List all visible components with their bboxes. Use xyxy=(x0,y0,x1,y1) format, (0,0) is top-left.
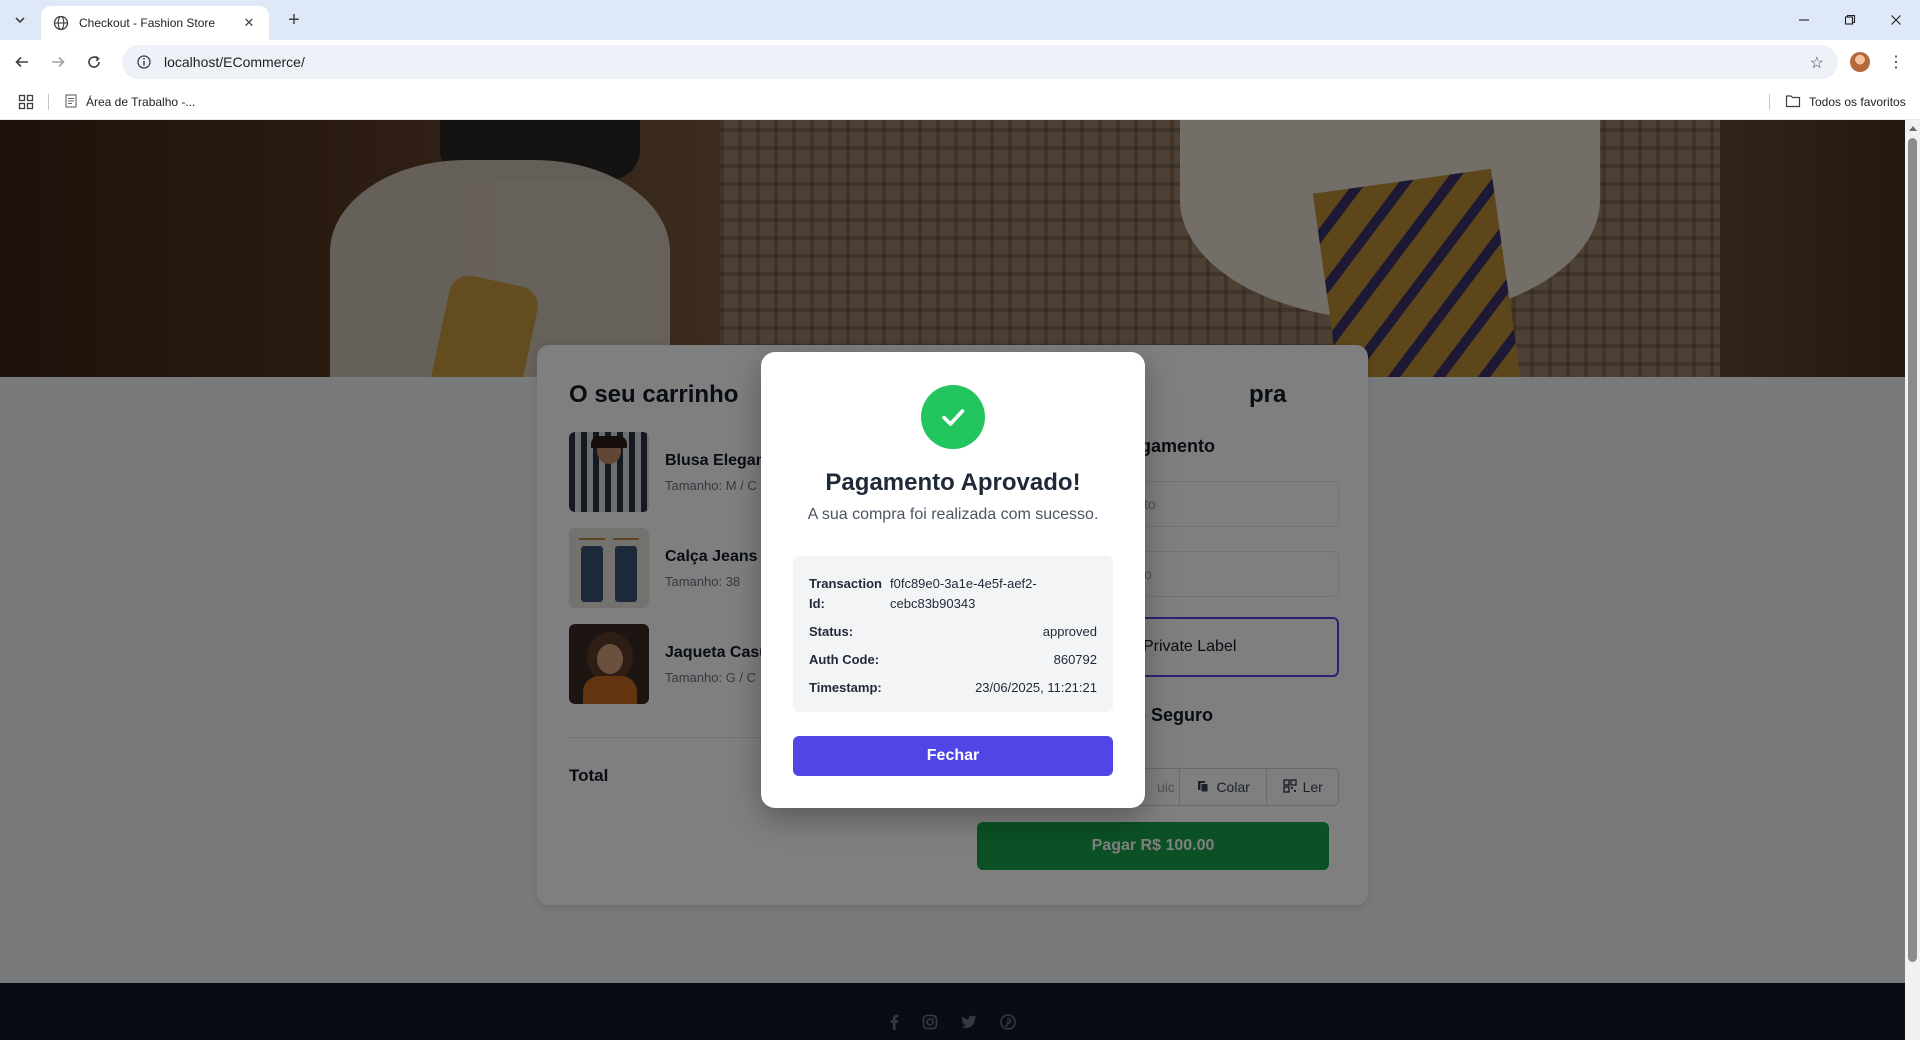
transaction-id-label: Transaction Id: xyxy=(809,576,882,611)
bookmark-divider xyxy=(1769,94,1770,110)
transaction-details: Transaction Id: f0fc89e0-3a1e-4e5f-aef2-… xyxy=(793,556,1113,712)
page-icon xyxy=(64,93,78,111)
modal-title: Pagamento Aprovado! xyxy=(825,469,1081,496)
bookmark-label: Área de Trabalho -... xyxy=(86,95,196,109)
tab-title: Checkout - Fashion Store xyxy=(79,16,216,30)
forward-icon[interactable] xyxy=(46,50,70,74)
page-scrollbar[interactable] xyxy=(1905,120,1920,1040)
browser-toolbar: localhost/ECommerce/ ☆ ⋮ xyxy=(0,40,1920,84)
auth-code-label: Auth Code: xyxy=(809,652,880,667)
apps-icon[interactable] xyxy=(18,94,34,110)
site-info-icon[interactable] xyxy=(136,54,152,70)
close-modal-button[interactable]: Fechar xyxy=(793,736,1113,776)
bookmark-item[interactable]: Área de Trabalho -... xyxy=(64,92,195,112)
star-icon[interactable]: ☆ xyxy=(1810,53,1824,73)
address-bar[interactable]: localhost/ECommerce/ ☆ xyxy=(122,45,1838,79)
status-value: approved xyxy=(1042,624,1097,639)
check-icon xyxy=(921,385,985,449)
modal-subtitle: A sua compra foi realizada com sucesso. xyxy=(807,506,1099,523)
window-close-icon[interactable] xyxy=(1881,6,1911,34)
kebab-menu-icon[interactable]: ⋮ xyxy=(1888,50,1904,74)
browser-titlebar: Checkout - Fashion Store ✕ + xyxy=(0,0,1920,40)
transaction-id-value: f0fc89e0-3a1e-4e5f-aef2-cebc83b90343 xyxy=(890,576,1037,611)
bookmarks-folder-label: Todos os favoritos xyxy=(1809,95,1906,109)
payment-success-modal: Pagamento Aprovado! A sua compra foi rea… xyxy=(761,352,1145,808)
globe-icon xyxy=(53,15,69,31)
reload-icon[interactable] xyxy=(82,50,106,74)
plus-icon[interactable]: + xyxy=(282,8,306,32)
bookmarks-bar: Área de Trabalho -... Todos os favoritos xyxy=(0,84,1920,120)
folder-icon xyxy=(1785,94,1801,111)
scrollbar-thumb[interactable] xyxy=(1908,138,1917,962)
timestamp-value: 23/06/2025, 11:21:21 xyxy=(975,680,1097,695)
browser-tab-active[interactable]: Checkout - Fashion Store ✕ xyxy=(41,6,269,40)
restore-icon[interactable] xyxy=(1835,6,1865,34)
close-icon[interactable]: ✕ xyxy=(241,15,257,31)
auth-code-value: 860792 xyxy=(1053,652,1097,667)
tab-search-icon[interactable] xyxy=(8,8,32,32)
all-bookmarks-button[interactable]: Todos os favoritos xyxy=(1785,92,1906,112)
url-text: localhost/ECommerce/ xyxy=(164,54,305,70)
page-viewport: O seu carrinho Blusa Elegan Tamanho: M /… xyxy=(0,120,1905,1040)
timestamp-label: Timestamp: xyxy=(809,680,882,695)
minimize-icon[interactable] xyxy=(1789,6,1819,34)
back-icon[interactable] xyxy=(10,50,34,74)
status-label: Status: xyxy=(809,624,854,639)
bookmark-divider xyxy=(48,94,49,110)
scroll-up-arrow-icon[interactable] xyxy=(1909,126,1917,131)
avatar[interactable] xyxy=(1850,52,1870,72)
